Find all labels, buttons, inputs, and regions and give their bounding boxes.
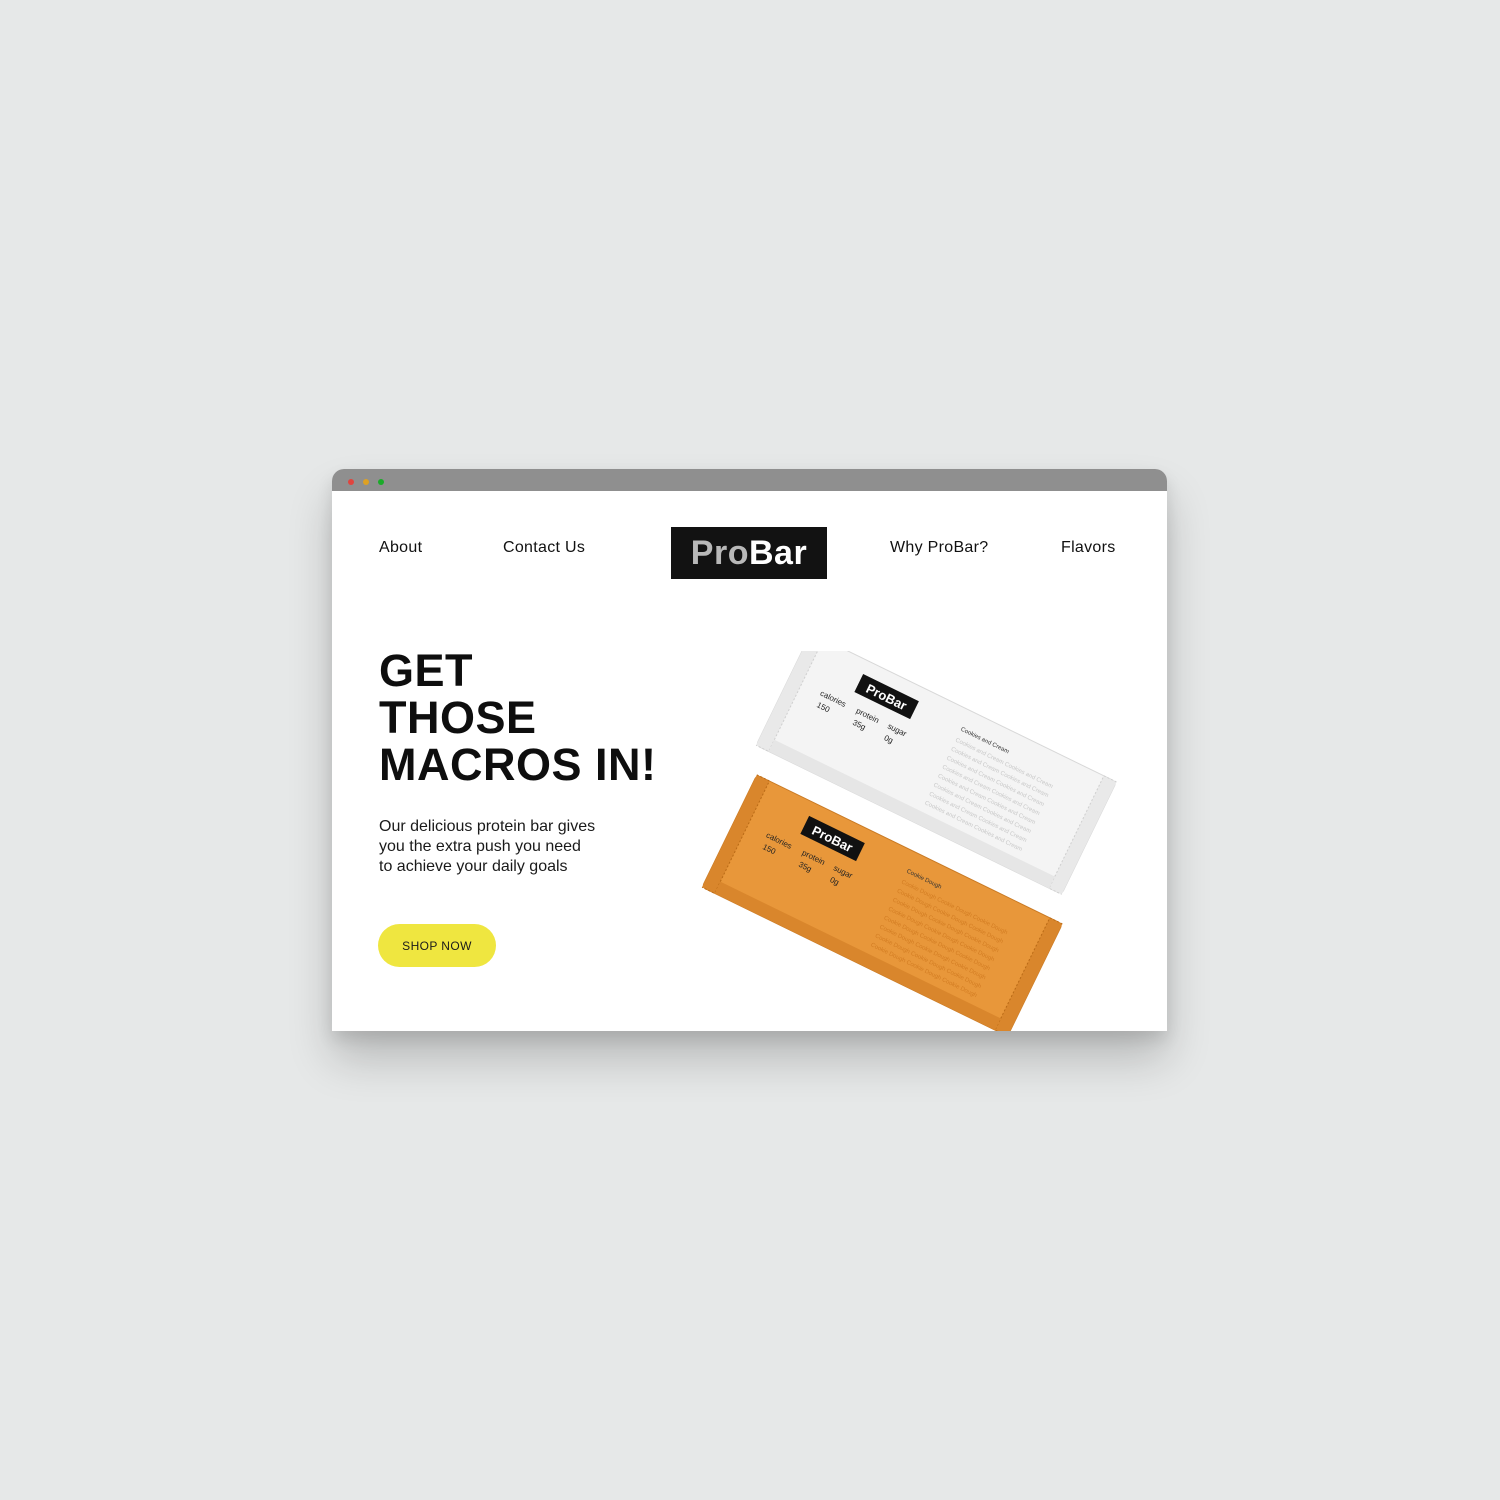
landing-page: About Contact Us Pro Bar Why ProBar? Flav… bbox=[332, 491, 1167, 1031]
hero-headline: GET THOSE MACROS IN! bbox=[379, 647, 709, 788]
browser-window: About Contact Us Pro Bar Why ProBar? Flav… bbox=[332, 469, 1167, 1031]
probar-logo[interactable]: Pro Bar bbox=[671, 527, 827, 579]
minimize-window-button[interactable] bbox=[363, 479, 369, 485]
hero-description: Our delicious protein bar gives you the … bbox=[379, 817, 649, 877]
protein-bars-illustration: ProBar calories protein sugar 150 35g 0g… bbox=[701, 651, 1117, 1031]
close-window-button[interactable] bbox=[348, 479, 354, 485]
product-image: ProBar calories protein sugar 150 35g 0g… bbox=[682, 651, 1167, 1031]
description-line-1: Our delicious protein bar gives bbox=[379, 818, 596, 835]
nav-link-flavors[interactable]: Flavors bbox=[1061, 539, 1116, 557]
nav-link-contact-us[interactable]: Contact Us bbox=[503, 539, 585, 557]
logo-text-pro: Pro bbox=[690, 533, 749, 572]
nav-link-why-probar[interactable]: Why ProBar? bbox=[890, 539, 988, 557]
maximize-window-button[interactable] bbox=[378, 479, 384, 485]
logo-text-bar: Bar bbox=[748, 533, 808, 572]
headline-line-3: MACROS IN! bbox=[379, 739, 657, 790]
headline-line-1: GET bbox=[379, 645, 474, 696]
description-line-3: to achieve your daily goals bbox=[379, 858, 568, 875]
nav-link-about[interactable]: About bbox=[379, 539, 422, 557]
description-line-2: you the extra push you need bbox=[379, 838, 581, 855]
headline-line-2: THOSE bbox=[379, 692, 537, 743]
shop-now-button[interactable]: SHOP NOW bbox=[378, 924, 496, 967]
browser-titlebar bbox=[332, 469, 1167, 491]
